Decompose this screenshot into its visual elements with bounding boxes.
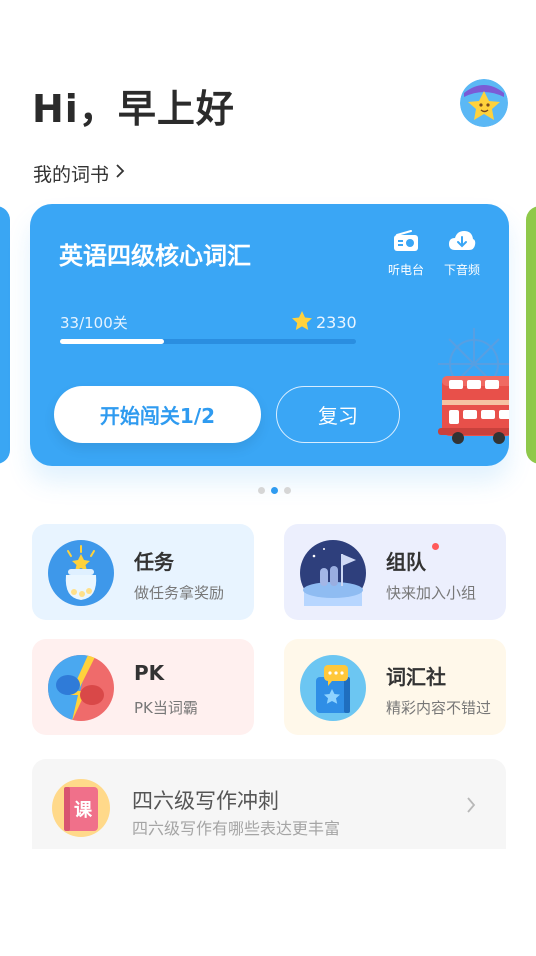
radio-button[interactable]: 听电台	[384, 230, 428, 278]
tile-pk-subtitle: PK当词霸	[134, 699, 198, 717]
avatar[interactable]	[460, 79, 508, 127]
download-icon	[440, 230, 484, 255]
star-count-value: 2330	[316, 313, 357, 332]
tile-pk[interactable]: PK PK当词霸	[32, 639, 254, 735]
tile-tasks[interactable]: 任务 做任务拿奖励	[32, 524, 254, 620]
tile-team-subtitle: 快来加入小组	[386, 584, 477, 602]
prev-book-card-peek[interactable]	[0, 206, 10, 464]
tile-team[interactable]: 组队 快来加入小组	[284, 524, 506, 620]
london-bus-illustration	[404, 324, 509, 458]
tile-vocab-club-title: 词汇社	[386, 665, 446, 689]
notification-dot	[432, 543, 439, 550]
carousel-dot[interactable]	[258, 487, 265, 494]
team-flag-icon	[300, 540, 366, 606]
my-books-label: 我的词书	[33, 164, 110, 186]
banner-title: 四六级写作冲刺	[132, 789, 279, 813]
next-book-card-peek[interactable]	[526, 206, 536, 464]
boxing-gloves-icon	[48, 655, 114, 721]
star-count: 2330	[292, 311, 357, 334]
radio-icon	[384, 230, 428, 255]
tile-tasks-title: 任务	[134, 550, 174, 574]
book-card[interactable]: 英语四级核心词汇 听电台 下音频 33/100关 2330 开始闯关1/2 复习	[30, 204, 509, 466]
avatar-star-icon	[460, 79, 508, 127]
course-icon-text: 课	[74, 800, 93, 821]
chevron-right-icon	[115, 163, 125, 184]
tile-tasks-subtitle: 做任务拿奖励	[134, 584, 225, 602]
star-icon	[292, 311, 312, 334]
tile-vocab-club[interactable]: 词汇社 精彩内容不错过	[284, 639, 506, 735]
download-audio-button[interactable]: 下音频	[440, 230, 484, 278]
progress-text: 33/100关	[60, 314, 128, 332]
carousel-indicator	[258, 487, 291, 494]
tile-vocab-club-subtitle: 精彩内容不错过	[386, 699, 492, 717]
carousel-dot[interactable]	[271, 487, 278, 494]
review-button[interactable]: 复习	[276, 386, 400, 443]
progress-bar-fill	[60, 339, 164, 344]
chevron-right-icon	[466, 795, 476, 819]
carousel-dot[interactable]	[284, 487, 291, 494]
course-book-icon: 课	[52, 779, 110, 837]
treasure-jar-icon	[48, 540, 114, 606]
vocab-book-icon	[300, 655, 366, 721]
tile-pk-title: PK	[134, 661, 165, 685]
course-banner[interactable]: 课 四六级写作冲刺 四六级写作有哪些表达更丰富	[32, 759, 506, 849]
radio-label: 听电台	[387, 263, 424, 277]
banner-subtitle: 四六级写作有哪些表达更丰富	[132, 819, 341, 838]
book-title: 英语四级核心词汇	[59, 242, 251, 270]
download-audio-label: 下音频	[443, 263, 480, 277]
my-books-link[interactable]: 我的词书	[33, 160, 125, 187]
greeting-title: Hi，早上好	[32, 87, 235, 131]
tile-team-title: 组队	[386, 550, 426, 574]
progress-bar	[60, 339, 356, 344]
start-level-button[interactable]: 开始闯关1/2	[54, 386, 261, 443]
